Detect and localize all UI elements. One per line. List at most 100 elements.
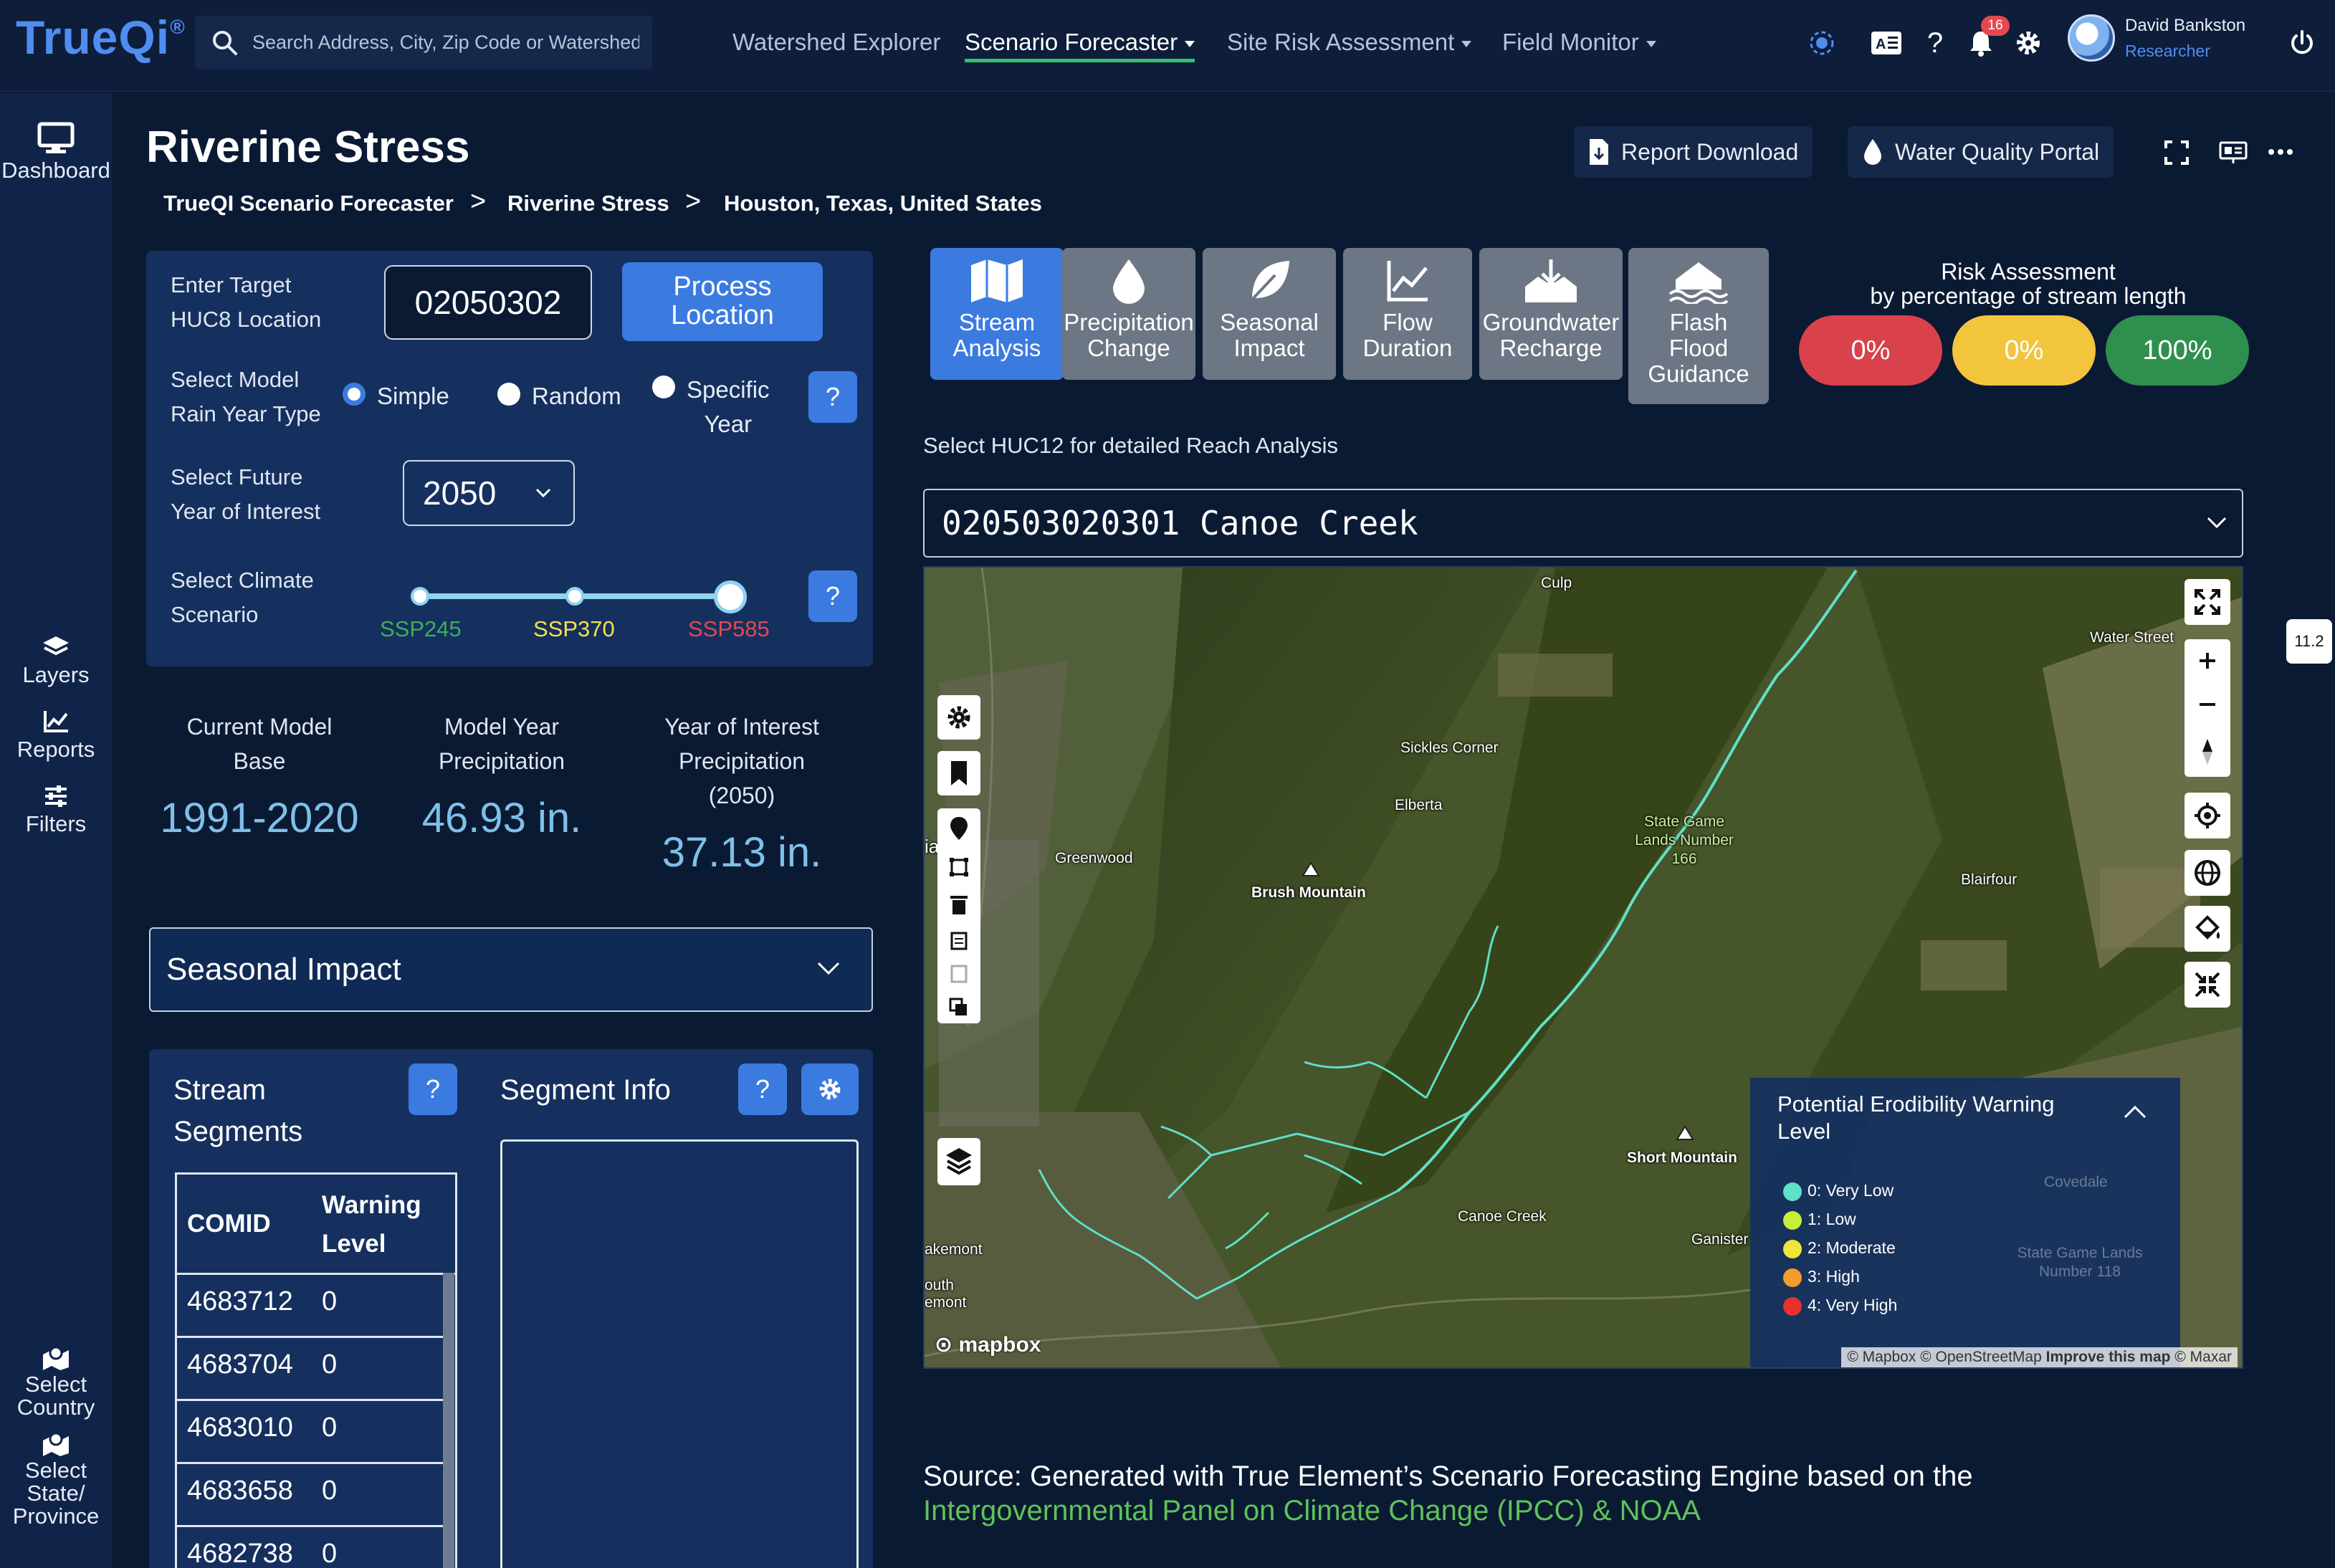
report-download-button[interactable]: Report Download	[1574, 126, 1813, 178]
search-input[interactable]	[252, 26, 639, 59]
map-icon	[971, 259, 1023, 302]
layers-button[interactable]	[937, 1138, 980, 1185]
table-row[interactable]: 4682738 0	[177, 1527, 444, 1568]
copy-icon[interactable]	[949, 998, 967, 1015]
sidebar-item-dashboard[interactable]: Dashboard	[0, 122, 112, 183]
risk-pill-high: 0%	[1799, 315, 1942, 386]
radio-specific-year[interactable]	[652, 376, 675, 398]
column-header-comid[interactable]: COMID	[187, 1205, 271, 1243]
caret-down-icon	[1646, 40, 1656, 47]
file-download-icon	[1590, 139, 1608, 165]
rain-year-label: Select Model Rain Year Type	[171, 367, 321, 426]
tile-flash-flood-guidance[interactable]: Flash Flood Guidance	[1628, 248, 1769, 404]
segment-settings-button[interactable]	[801, 1063, 859, 1115]
power-icon[interactable]	[2285, 26, 2319, 60]
rain-year-help-button[interactable]: ?	[808, 371, 857, 423]
table-scrollbar[interactable]	[443, 1273, 454, 1568]
sidebar-item-select-country[interactable]: Select Country	[0, 1346, 112, 1419]
slider-stop-ssp245[interactable]	[411, 587, 429, 606]
document-icon[interactable]	[950, 932, 968, 950]
nav-field-monitor[interactable]: Field Monitor	[1502, 29, 1656, 56]
tile-precipitation-change[interactable]: Precipitation Change	[1062, 248, 1195, 380]
expand-map-button[interactable]	[2184, 579, 2230, 625]
zoom-in-icon[interactable]	[2197, 650, 2218, 671]
improve-map-link[interactable]: Improve this map	[2046, 1349, 2171, 1365]
gear-icon[interactable]	[2011, 26, 2045, 60]
ad-icon[interactable]: A	[1869, 26, 1904, 60]
water-quality-portal-button[interactable]: Water Quality Portal	[1848, 126, 2114, 178]
process-location-button[interactable]: Process Location	[622, 262, 823, 341]
sidebar-item-reports[interactable]: Reports	[0, 709, 112, 763]
future-year-label: Select Future Year of Interest	[171, 464, 321, 524]
compass-icon[interactable]	[2197, 737, 2218, 766]
presentation-icon[interactable]	[2219, 140, 2248, 165]
help-icon[interactable]: ?	[1918, 26, 1952, 60]
huc12-select[interactable]: 020503020301 Canoe Creek	[923, 489, 2243, 558]
table-row[interactable]: 4683010 0	[177, 1401, 444, 1464]
table-row[interactable]: 4683712 0	[177, 1275, 444, 1338]
app-logo[interactable]: TrueQi®	[16, 10, 186, 64]
map-pin-icon	[43, 1432, 69, 1456]
bookmark-button[interactable]	[937, 751, 980, 795]
polygon-icon[interactable]	[950, 858, 968, 876]
map-attribution: © Mapbox © OpenStreetMap Improve this ma…	[1841, 1347, 2238, 1367]
globe-button[interactable]	[2184, 850, 2230, 896]
pin-icon[interactable]	[950, 817, 968, 840]
avatar[interactable]	[2068, 14, 2115, 62]
nav-watershed-explorer[interactable]: Watershed Explorer	[732, 29, 940, 56]
breadcrumb-item[interactable]: TrueQI Scenario Forecaster	[163, 191, 454, 216]
locate-button[interactable]	[2184, 793, 2230, 838]
tile-flow-duration[interactable]: Flow Duration	[1343, 248, 1472, 380]
radio-random-label[interactable]: Random	[532, 383, 621, 410]
zoom-out-icon[interactable]	[2197, 694, 2218, 715]
trash-icon[interactable]	[950, 896, 968, 914]
mapbox-logo[interactable]: ⊙ mapbox	[935, 1332, 1041, 1357]
search-box[interactable]	[195, 16, 652, 69]
paint-bucket-button[interactable]	[2184, 906, 2230, 952]
table-row[interactable]: 4683658 0	[177, 1464, 444, 1527]
stat-value: 46.93 in.	[421, 795, 582, 841]
legend-swatch	[1783, 1210, 1802, 1230]
tile-groundwater-recharge[interactable]: Groundwater Recharge	[1479, 248, 1623, 380]
future-year-select[interactable]: 2050	[403, 460, 575, 526]
table-row[interactable]: 4683704 0	[177, 1338, 444, 1401]
eraser-icon[interactable]	[950, 965, 968, 983]
breadcrumb-item[interactable]: Riverine Stress	[507, 191, 669, 216]
map-label: Culp	[1541, 575, 1572, 591]
segment-info-help-button[interactable]: ?	[738, 1063, 787, 1115]
chevron-down-icon	[817, 962, 840, 975]
stat-label: Year of Interest Precipitation (2050)	[664, 714, 819, 808]
impact-dropdown[interactable]: Seasonal Impact	[149, 927, 873, 1012]
nav-scenario-forecaster[interactable]: Scenario Forecaster	[965, 29, 1195, 62]
segments-help-button[interactable]: ?	[409, 1063, 457, 1115]
column-header-warning-level[interactable]: Warning Level	[322, 1186, 421, 1263]
gear-icon	[819, 1079, 841, 1100]
climate-help-button[interactable]: ?	[808, 570, 857, 622]
radio-simple[interactable]	[343, 383, 366, 406]
stat-label: Current Model Base	[186, 714, 333, 774]
slider-handle[interactable]	[714, 580, 747, 613]
radio-simple-label[interactable]: Simple	[377, 383, 449, 410]
map-view[interactable]: Culp Water Street Sickles Corner Elberta…	[923, 566, 2243, 1369]
tile-seasonal-impact[interactable]: Seasonal Impact	[1203, 248, 1336, 380]
nav-site-risk-assessment[interactable]: Site Risk Assessment	[1227, 29, 1472, 56]
breadcrumb-separator: >	[470, 186, 487, 216]
sidebar-item-layers[interactable]: Layers	[0, 635, 112, 688]
radio-specific-year-label[interactable]: Specific Year	[687, 373, 770, 441]
tile-stream-analysis[interactable]: Stream Analysis	[930, 248, 1064, 380]
target-icon[interactable]	[1805, 26, 1839, 60]
top-bar: TrueQi® Watershed Explorer Scenario Fore…	[0, 0, 2335, 92]
sidebar-item-select-state[interactable]: Select State/ Province	[0, 1432, 112, 1528]
more-icon[interactable]	[2268, 148, 2293, 156]
huc8-label: Enter Target HUC8 Location	[171, 272, 322, 332]
fullscreen-icon[interactable]	[2164, 140, 2189, 165]
map-settings-button[interactable]	[937, 695, 980, 740]
huc8-input[interactable]: 02050302	[384, 265, 592, 340]
chevron-up-icon[interactable]	[2123, 1105, 2147, 1119]
segment-info-box	[500, 1139, 859, 1568]
radio-random[interactable]	[497, 383, 520, 406]
source-link[interactable]: Intergovernmental Panel on Climate Chang…	[923, 1493, 1973, 1528]
collapse-map-button[interactable]	[2184, 962, 2230, 1008]
slider-stop-ssp370[interactable]	[565, 587, 584, 606]
sidebar-item-filters[interactable]: Filters	[0, 784, 112, 837]
